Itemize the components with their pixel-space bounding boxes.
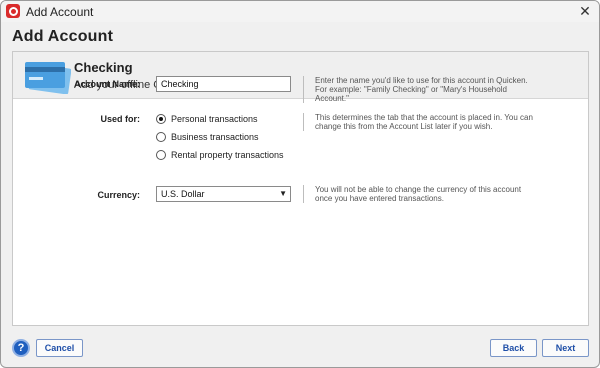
account-name-help: Enter the name you'd like to use for thi… xyxy=(303,76,533,103)
chevron-down-icon: ▼ xyxy=(279,189,287,198)
radio-label: Business transactions xyxy=(171,132,259,142)
currency-selected-value: U.S. Dollar xyxy=(161,189,205,199)
radio-button[interactable] xyxy=(156,150,166,160)
radio-button[interactable] xyxy=(156,114,166,124)
quicken-app-icon xyxy=(6,4,20,18)
used-for-label: Used for: xyxy=(100,114,140,124)
currency-select[interactable]: U.S. Dollar ▼ xyxy=(156,186,291,202)
help-icon[interactable]: ? xyxy=(12,339,30,357)
cancel-button[interactable]: Cancel xyxy=(36,339,83,357)
window-title: Add Account xyxy=(26,5,94,19)
account-name-input[interactable] xyxy=(156,76,291,92)
radio-business-transactions[interactable]: Business transactions xyxy=(156,130,259,144)
page-title: Add Account xyxy=(12,28,114,45)
radio-personal-transactions[interactable]: Personal transactions xyxy=(156,112,258,126)
back-button[interactable]: Back xyxy=(490,339,537,357)
radio-label: Rental property transactions xyxy=(171,150,284,160)
close-icon[interactable]: ✕ xyxy=(577,3,593,19)
currency-label: Currency: xyxy=(97,190,140,200)
currency-help: You will not be able to change the curre… xyxy=(303,185,533,203)
next-button[interactable]: Next xyxy=(542,339,589,357)
title-bar: Add Account ✕ xyxy=(1,1,599,22)
add-account-window: Add Account ✕ Add Account Checking Add y… xyxy=(0,0,600,368)
radio-label: Personal transactions xyxy=(171,114,258,124)
radio-rental-property-transactions[interactable]: Rental property transactions xyxy=(156,148,284,162)
used-for-help: This determines the tab that the account… xyxy=(303,113,533,131)
account-type-title: Checking xyxy=(74,60,133,75)
radio-button[interactable] xyxy=(156,132,166,142)
account-name-label: Account Name: xyxy=(73,79,140,89)
